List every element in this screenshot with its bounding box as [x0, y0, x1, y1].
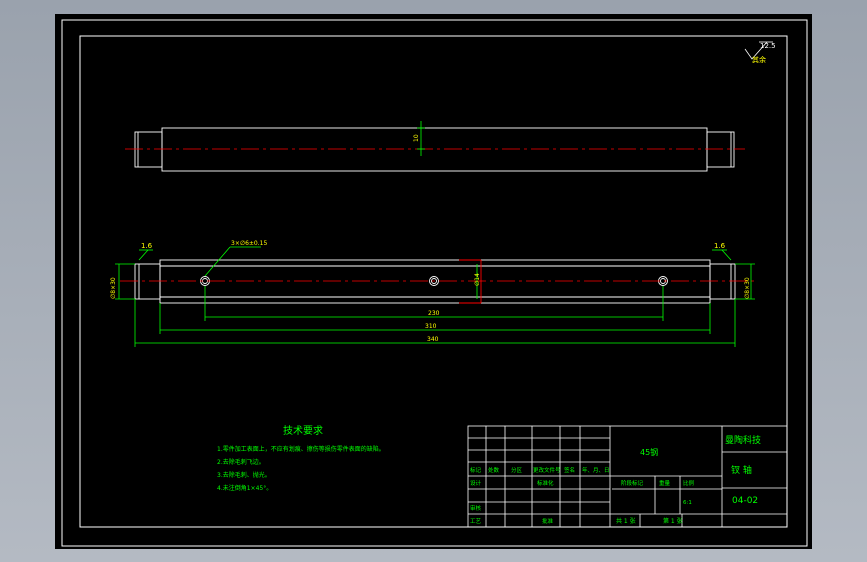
center-dia-dim: ∅14 [474, 264, 481, 299]
header-date: 年、月、日 [582, 466, 610, 474]
tech-req-item-1: 1.零件加工表面上，不应有划痕、擦伤等损伤零件表面的缺陷。 [217, 445, 385, 453]
tech-req-item-4: 4.未注倒角1×45°。 [217, 484, 272, 492]
top-view-dim: 10 [413, 121, 425, 156]
dia-left-dim: ∅8×30 [110, 263, 135, 300]
title-block-text: 45钢 曼陶科技 钗 轴 04-02 标记 处数 分区 更改文件号 签名 年、月… [470, 434, 761, 525]
tech-req-item-3: 3.去除毛刺、抛光。 [217, 471, 271, 479]
top-view-dim-text: 10 [413, 134, 420, 142]
header-sign: 签名 [564, 466, 575, 474]
material-text: 45钢 [640, 447, 658, 457]
drawing-no-text: 04-02 [732, 496, 758, 506]
company-text: 曼陶科技 [725, 434, 761, 446]
approve-label: 批准 [542, 517, 554, 525]
dia-right-dim: ∅8×30 [735, 263, 755, 300]
scale-label: 比例 [683, 479, 695, 487]
dim-310-text: 310 [425, 323, 437, 330]
hole-callout: 3×∅6±0.15 [204, 240, 267, 277]
shaft-top-view [134, 127, 735, 172]
weight-label: 重量 [659, 479, 671, 487]
shaft-front-view [134, 259, 736, 304]
chamfer-left: 1.6 [138, 242, 153, 261]
tech-req-item-2: 2.去除毛刺飞边。 [217, 458, 265, 466]
sheet-no: 第 1 张 [663, 517, 683, 525]
drawing-canvas: 12.5 其余 10 ∅14 3×∅6±0.15 1.6 1.6 ∅8×30 ∅… [61, 19, 808, 547]
center-dia-text: ∅14 [474, 273, 481, 286]
review-label: 审核 [470, 504, 482, 512]
dim-230-text: 230 [428, 310, 440, 317]
part-name-text: 钗 轴 [731, 464, 752, 476]
header-zone: 分区 [511, 466, 523, 474]
stage-mark-label: 阶段标记 [621, 479, 644, 487]
header-mark: 标记 [470, 466, 482, 474]
tech-req-title: 技术要求 [283, 424, 323, 437]
cad-viewport: 12.5 其余 10 ∅14 3×∅6±0.15 1.6 1.6 ∅8×30 ∅… [0, 0, 867, 562]
roughness-note: 其余 [752, 55, 766, 64]
drawing-sheet: 12.5 其余 10 ∅14 3×∅6±0.15 1.6 1.6 ∅8×30 ∅… [55, 14, 812, 549]
header-count: 处数 [488, 466, 500, 474]
process-label: 工艺 [470, 518, 482, 525]
roughness-value: 12.5 [760, 42, 776, 50]
chamfer-left-text: 1.6 [141, 242, 153, 250]
scale-value: 6:1 [683, 500, 692, 506]
sheets-total: 共 1 张 [616, 517, 636, 525]
standardize-label: 标准化 [537, 479, 554, 487]
design-label: 设计 [470, 479, 482, 487]
hole-callout-text: 3×∅6±0.15 [231, 240, 267, 247]
header-changefile: 更改文件号 [533, 466, 561, 474]
roughness-symbol: 12.5 其余 [744, 41, 776, 64]
chamfer-right: 1.6 [712, 242, 732, 261]
dia-right-text: ∅8×30 [744, 277, 751, 299]
inner-frame [79, 35, 788, 528]
dim-340-text: 340 [427, 336, 439, 343]
dia-left-text: ∅8×30 [110, 277, 117, 299]
chamfer-right-text: 1.6 [714, 242, 726, 250]
tech-requirements: 技术要求 1.零件加工表面上，不应有划痕、擦伤等损伤零件表面的缺陷。 2.去除毛… [217, 424, 385, 492]
